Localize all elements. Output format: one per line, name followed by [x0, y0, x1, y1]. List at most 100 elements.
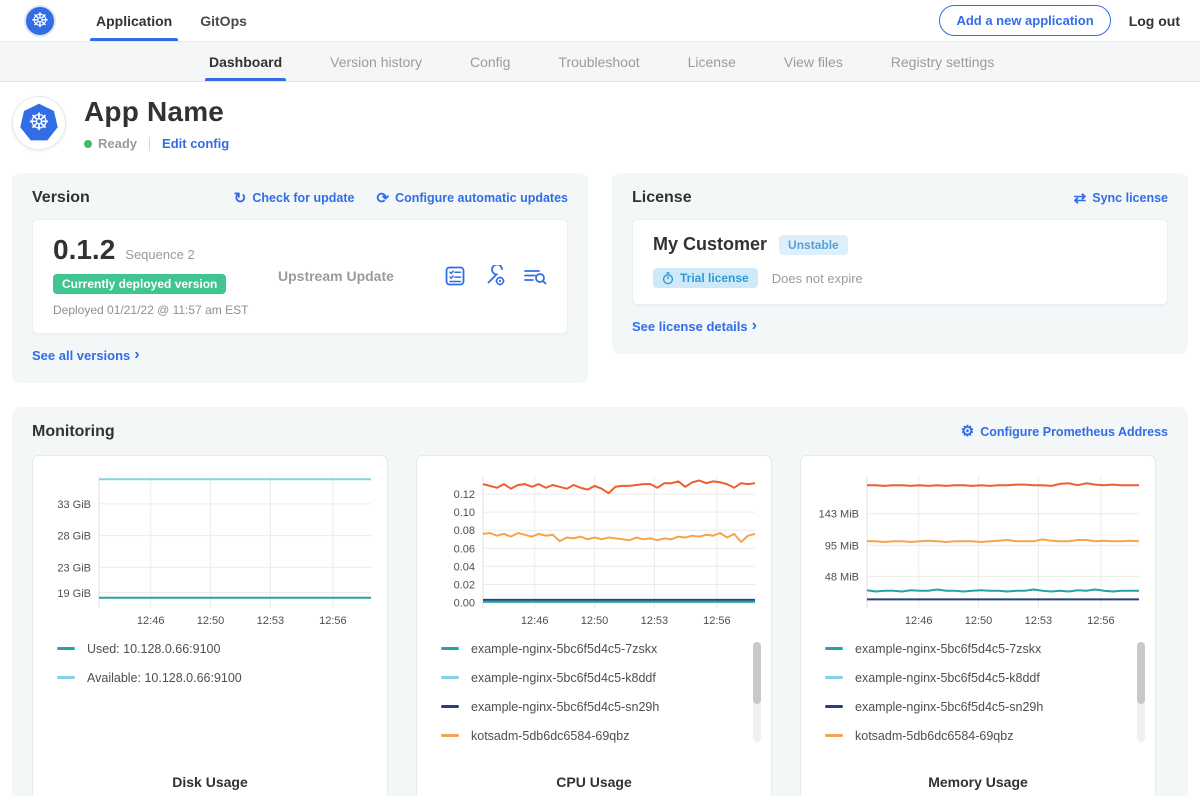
- memory-usage-chart[interactable]: 143 MiB95 MiB48 MiB12:4612:5012:5312:56: [809, 468, 1147, 630]
- series-color-dash: [825, 734, 843, 737]
- scrollbar-thumb[interactable]: [1137, 642, 1145, 704]
- configure-automatic-updates-label: Configure automatic updates: [395, 191, 568, 205]
- svg-text:0.02: 0.02: [454, 579, 475, 591]
- preflight-checks-icon[interactable]: [443, 264, 467, 288]
- check-for-update-button[interactable]: ↻ Check for update: [234, 191, 355, 206]
- app-subnav: Dashboard Version history Config Trouble…: [0, 42, 1200, 82]
- topnav-tab-application[interactable]: Application: [82, 0, 186, 41]
- tab-view-files[interactable]: View files: [760, 42, 867, 81]
- disk-usage-card: 33 GiB28 GiB23 GiB19 GiB12:4612:5012:531…: [32, 455, 388, 796]
- svg-text:0.10: 0.10: [454, 507, 475, 519]
- svg-text:12:53: 12:53: [257, 615, 285, 627]
- legend-item[interactable]: example-nginx-5bc6f5d4c5-7zskx: [825, 642, 1147, 656]
- series-color-dash: [441, 647, 459, 650]
- svg-text:12:50: 12:50: [197, 615, 225, 627]
- app-avatar: ☸: [12, 96, 66, 150]
- scrollbar-thumb[interactable]: [753, 642, 761, 704]
- deployed-timestamp: Deployed 01/21/22 @ 11:57 am EST: [53, 303, 278, 317]
- legend-label: example-nginx-5bc6f5d4c5-k8ddf: [855, 671, 1040, 685]
- logout-button[interactable]: Log out: [1129, 13, 1180, 29]
- legend-item[interactable]: example-nginx-5bc6f5d4c5-sn29h: [825, 700, 1147, 714]
- refresh-icon: ↻: [234, 191, 247, 206]
- tab-config[interactable]: Config: [446, 42, 534, 81]
- legend-item[interactable]: kotsadm-5db6dc6584-69qbz: [825, 729, 1147, 743]
- disk-usage-chart[interactable]: 33 GiB28 GiB23 GiB19 GiB12:4612:5012:531…: [41, 468, 379, 630]
- legend-item[interactable]: example-nginx-5bc6f5d4c5-7zskx: [441, 642, 763, 656]
- configure-prometheus-label: Configure Prometheus Address: [980, 425, 1168, 439]
- version-number: 0.1.2: [53, 234, 115, 266]
- legend-scrollbar[interactable]: [753, 642, 761, 742]
- legend-item[interactable]: Used: 10.128.0.66:9100: [57, 642, 379, 656]
- svg-text:48 MiB: 48 MiB: [825, 571, 859, 583]
- tab-label: Config: [470, 54, 510, 70]
- sequence-label: Sequence 2: [125, 247, 194, 262]
- chevron-right-icon: ›: [134, 347, 139, 363]
- legend-label: Available: 10.128.0.66:9100: [87, 671, 242, 685]
- topnav-tab-gitops[interactable]: GitOps: [186, 0, 261, 41]
- svg-text:12:56: 12:56: [1087, 615, 1115, 627]
- tab-label: Registry settings: [891, 54, 994, 70]
- expiry-text: Does not expire: [772, 271, 863, 286]
- svg-text:0.08: 0.08: [454, 525, 475, 537]
- configure-automatic-updates-button[interactable]: ⟳ Configure automatic updates: [376, 191, 568, 206]
- tab-label: License: [688, 54, 736, 70]
- tab-label: Troubleshoot: [558, 54, 639, 70]
- see-license-details-label: See license details: [632, 319, 748, 334]
- svg-text:12:46: 12:46: [905, 615, 933, 627]
- svg-text:0.00: 0.00: [454, 597, 475, 609]
- version-source-label: Upstream Update: [278, 268, 443, 284]
- sync-license-button[interactable]: ⇄ Sync license: [1074, 191, 1168, 206]
- license-card-title: License: [632, 189, 692, 207]
- disk-usage-legend: Used: 10.128.0.66:9100 Available: 10.128…: [41, 642, 379, 758]
- channel-badge: Unstable: [779, 235, 848, 255]
- cpu-usage-card: 0.120.100.080.060.040.020.0012:4612:5012…: [416, 455, 772, 796]
- kubernetes-icon: ☸: [31, 11, 49, 31]
- customer-name: My Customer: [653, 234, 767, 255]
- app-logo: ☸: [24, 0, 56, 41]
- legend-item[interactable]: kotsadm-5db6dc6584-69qbz: [441, 729, 763, 743]
- see-license-details-link[interactable]: See license details ›: [632, 318, 757, 334]
- sync-license-label: Sync license: [1092, 191, 1168, 205]
- edit-config-link[interactable]: Edit config: [162, 136, 229, 151]
- add-new-application-button[interactable]: Add a new application: [939, 5, 1110, 36]
- legend-item[interactable]: example-nginx-5bc6f5d4c5-k8ddf: [825, 671, 1147, 685]
- monitoring-title: Monitoring: [32, 423, 115, 441]
- svg-text:95 MiB: 95 MiB: [825, 540, 859, 552]
- stopwatch-icon: [662, 272, 674, 285]
- legend-scrollbar[interactable]: [1137, 642, 1145, 742]
- trial-license-badge: Trial license: [653, 268, 758, 288]
- tab-registry-settings[interactable]: Registry settings: [867, 42, 1018, 81]
- edit-config-wrench-icon[interactable]: [483, 264, 507, 288]
- app-header: ☸ App Name Ready Edit config: [0, 82, 1200, 169]
- svg-text:28 GiB: 28 GiB: [57, 530, 91, 542]
- cpu-usage-chart[interactable]: 0.120.100.080.060.040.020.0012:4612:5012…: [425, 468, 763, 630]
- svg-text:12:50: 12:50: [965, 615, 993, 627]
- see-all-versions-link[interactable]: See all versions ›: [32, 347, 140, 363]
- current-version-row: 0.1.2 Sequence 2 Currently deployed vers…: [32, 219, 568, 334]
- legend-label: example-nginx-5bc6f5d4c5-k8ddf: [471, 671, 656, 685]
- svg-text:12:53: 12:53: [641, 615, 669, 627]
- svg-text:12:50: 12:50: [581, 615, 609, 627]
- legend-item[interactable]: example-nginx-5bc6f5d4c5-sn29h: [441, 700, 763, 714]
- tab-version-history[interactable]: Version history: [306, 42, 446, 81]
- chart-title: Disk Usage: [41, 774, 379, 790]
- view-deploy-logs-icon[interactable]: [523, 264, 547, 288]
- tab-label: Version history: [330, 54, 422, 70]
- tab-label: View files: [784, 54, 843, 70]
- configure-prometheus-button[interactable]: ⚙ Configure Prometheus Address: [961, 424, 1168, 439]
- license-details-row: My Customer Unstable Trial license Does …: [632, 219, 1168, 305]
- memory-usage-legend: example-nginx-5bc6f5d4c5-7zskx example-n…: [809, 642, 1147, 758]
- series-color-dash: [441, 734, 459, 737]
- tab-dashboard[interactable]: Dashboard: [185, 42, 306, 81]
- topnav-tab-label: Application: [96, 13, 172, 29]
- topnav-tab-label: GitOps: [200, 13, 247, 29]
- chevron-right-icon: ›: [752, 318, 757, 334]
- version-card: Version ↻ Check for update ⟳ Configure a…: [12, 173, 588, 383]
- check-for-update-label: Check for update: [252, 191, 354, 205]
- legend-label: example-nginx-5bc6f5d4c5-sn29h: [471, 700, 659, 714]
- tab-license[interactable]: License: [664, 42, 760, 81]
- legend-label: Used: 10.128.0.66:9100: [87, 642, 220, 656]
- tab-troubleshoot[interactable]: Troubleshoot: [534, 42, 663, 81]
- legend-item[interactable]: Available: 10.128.0.66:9100: [57, 671, 379, 685]
- legend-item[interactable]: example-nginx-5bc6f5d4c5-k8ddf: [441, 671, 763, 685]
